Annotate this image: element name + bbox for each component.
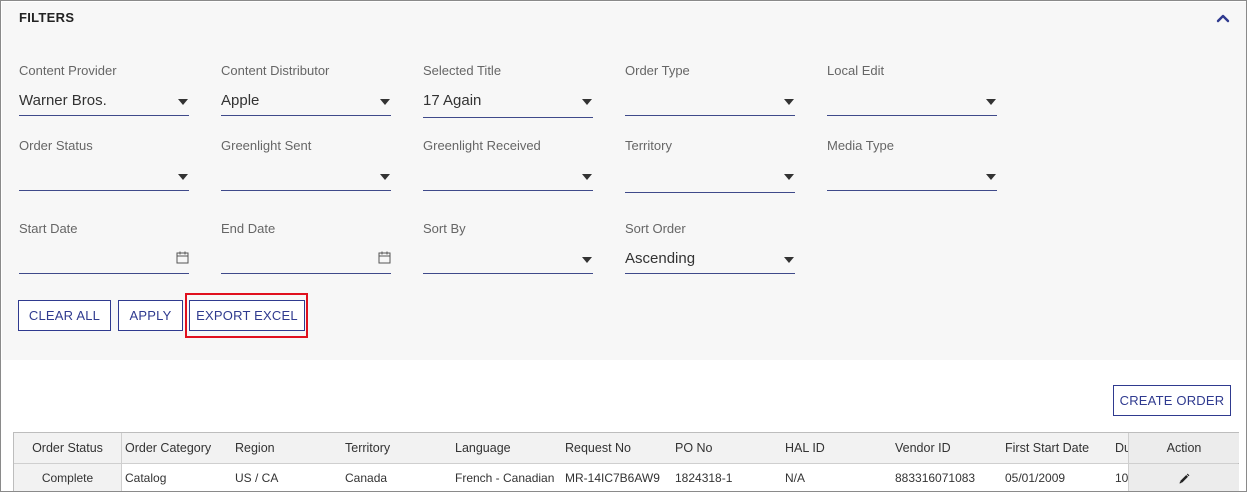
content-distributor-field: Content Distributor Apple (221, 63, 391, 116)
order-type-select[interactable] (625, 86, 795, 116)
calendar-icon[interactable] (378, 251, 391, 264)
cell-region: US / CA (235, 471, 279, 485)
orders-page: FILTERS Content Provider Warner Bros. Co… (0, 0, 1247, 492)
content-provider-field: Content Provider Warner Bros. (19, 63, 189, 116)
caret-down-icon (178, 99, 188, 105)
export-excel-button[interactable]: EXPORT EXCEL (189, 300, 305, 331)
territory-label: Territory (625, 138, 672, 153)
create-order-button[interactable]: CREATE ORDER (1113, 385, 1231, 416)
cell-due: 10 (1115, 471, 1128, 485)
content-provider-select[interactable]: Warner Bros. (19, 86, 189, 116)
media-type-select[interactable] (827, 161, 997, 191)
sort-order-label: Sort Order (625, 221, 686, 236)
header-language[interactable]: Language (455, 433, 563, 463)
greenlight-sent-select[interactable] (221, 161, 391, 191)
cell-request-no: MR-14IC7B6AW9 (565, 471, 660, 485)
selected-title-label: Selected Title (423, 63, 502, 78)
sort-order-select[interactable]: Ascending (625, 244, 795, 274)
cell-order-status: Complete (14, 464, 122, 491)
header-territory[interactable]: Territory (345, 433, 453, 463)
content-distributor-value: Apple (221, 92, 260, 109)
start-date-field: Start Date (19, 221, 189, 274)
caret-down-icon (380, 99, 390, 105)
table-row[interactable]: Complete Catalog US / CA Canada French -… (14, 464, 1239, 491)
greenlight-received-label: Greenlight Received (423, 138, 541, 153)
header-region[interactable]: Region (235, 433, 343, 463)
greenlight-received-field: Greenlight Received (423, 138, 593, 191)
caret-down-icon (784, 174, 794, 180)
header-vendor-id[interactable]: Vendor ID (895, 433, 1003, 463)
header-request-no[interactable]: Request No (565, 433, 673, 463)
header-first-start-date[interactable]: First Start Date (1005, 433, 1113, 463)
cell-first-start-date: 05/01/2009 (1005, 471, 1066, 485)
filters-panel: FILTERS Content Provider Warner Bros. Co… (2, 2, 1246, 360)
media-type-field: Media Type (827, 138, 997, 191)
cell-language: French - Canadian (455, 471, 555, 485)
cell-po-no: 1824318-1 (675, 471, 733, 485)
greenlight-sent-label: Greenlight Sent (221, 138, 312, 153)
caret-down-icon (986, 99, 996, 105)
selected-title-select[interactable]: 17 Again (423, 86, 593, 118)
content-provider-label: Content Provider (19, 63, 117, 78)
content-provider-value: Warner Bros. (19, 92, 107, 109)
cell-order-category: Catalog (125, 471, 167, 485)
caret-down-icon (582, 257, 592, 263)
local-edit-field: Local Edit (827, 63, 997, 116)
caret-down-icon (784, 99, 794, 105)
start-date-label: Start Date (19, 221, 78, 236)
cell-vendor-id: 883316071083 (895, 471, 976, 485)
filters-title: FILTERS (19, 10, 75, 25)
pencil-icon[interactable] (1178, 473, 1190, 485)
order-type-label: Order Type (625, 63, 690, 78)
table-header-row: Order Status Order Category Region Terri… (14, 433, 1239, 464)
apply-button[interactable]: APPLY (118, 300, 183, 331)
header-order-status[interactable]: Order Status (14, 433, 122, 463)
end-date-label: End Date (221, 221, 276, 236)
cell-action (1128, 464, 1239, 491)
end-date-input[interactable] (221, 244, 391, 274)
orders-table: Order Status Order Category Region Terri… (13, 432, 1239, 491)
order-status-label: Order Status (19, 138, 93, 153)
header-po-no[interactable]: PO No (675, 433, 783, 463)
order-type-field: Order Type (625, 63, 795, 116)
caret-down-icon (986, 174, 996, 180)
order-status-select[interactable] (19, 161, 189, 191)
header-due[interactable]: Du (1115, 433, 1128, 463)
selected-title-value: 17 Again (423, 92, 482, 109)
media-type-label: Media Type (827, 138, 894, 153)
caret-down-icon (380, 174, 390, 180)
cell-territory: Canada (345, 471, 388, 485)
start-date-input[interactable] (19, 244, 189, 274)
header-order-category[interactable]: Order Category (125, 433, 233, 463)
caret-down-icon (784, 257, 794, 263)
clear-all-button[interactable]: CLEAR ALL (18, 300, 111, 331)
sort-by-select[interactable] (423, 244, 593, 274)
calendar-icon[interactable] (176, 251, 189, 264)
selected-title-field: Selected Title 17 Again (423, 63, 593, 118)
sort-order-value: Ascending (625, 250, 696, 267)
greenlight-sent-field: Greenlight Sent (221, 138, 391, 191)
sort-order-field: Sort Order Ascending (625, 221, 795, 274)
chevron-up-icon[interactable] (1216, 12, 1230, 24)
territory-select[interactable] (625, 161, 795, 193)
header-hal-id[interactable]: HAL ID (785, 433, 893, 463)
caret-down-icon (582, 174, 592, 180)
caret-down-icon (178, 174, 188, 180)
local-edit-label: Local Edit (827, 63, 885, 78)
cell-hal-id: N/A (785, 471, 806, 485)
content-distributor-label: Content Distributor (221, 63, 330, 78)
order-status-field: Order Status (19, 138, 189, 191)
sort-by-label: Sort By (423, 221, 466, 236)
territory-field: Territory (625, 138, 795, 193)
sort-by-field: Sort By (423, 221, 593, 274)
header-action: Action (1128, 433, 1239, 463)
local-edit-select[interactable] (827, 86, 997, 116)
caret-down-icon (582, 99, 592, 105)
greenlight-received-select[interactable] (423, 161, 593, 191)
content-distributor-select[interactable]: Apple (221, 86, 391, 116)
end-date-field: End Date (221, 221, 391, 274)
